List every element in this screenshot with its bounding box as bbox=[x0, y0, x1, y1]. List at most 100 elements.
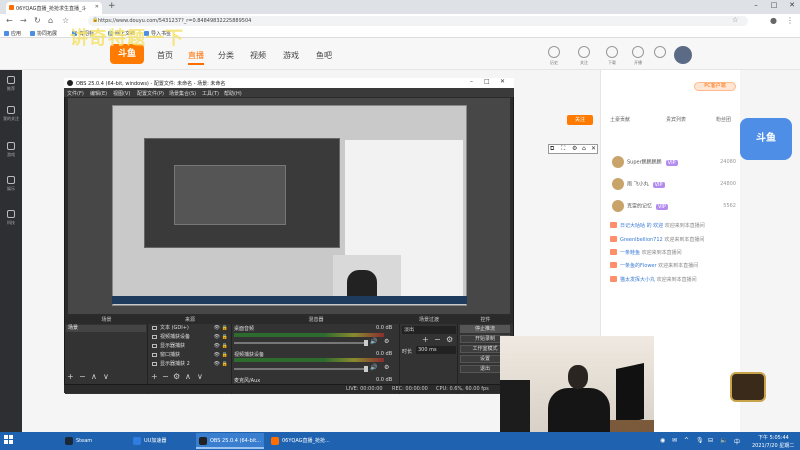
obs-close-button[interactable]: ✕ bbox=[500, 78, 505, 85]
message-icon[interactable] bbox=[654, 46, 666, 58]
visibility-eye-icon[interactable]: 👁 bbox=[214, 342, 220, 350]
bookmark-item[interactable]: 应用 bbox=[4, 30, 21, 37]
menu-profile[interactable]: 配置文件(P) bbox=[137, 90, 164, 97]
menu-view[interactable]: 视图(V) bbox=[113, 90, 130, 97]
back-icon[interactable]: ← bbox=[6, 16, 13, 25]
visibility-eye-icon[interactable]: 👁 bbox=[214, 324, 220, 332]
add-source-button[interactable]: + bbox=[151, 372, 158, 381]
tray-wechat-icon[interactable]: ✉ bbox=[672, 437, 677, 444]
source-settings-icon[interactable]: ⚙ bbox=[173, 372, 180, 381]
lock-icon[interactable]: 🔒 bbox=[222, 342, 228, 350]
tab-fan-club[interactable]: 粉丝团 bbox=[716, 116, 731, 123]
settings-gear-icon[interactable]: ⚙ bbox=[384, 364, 389, 371]
lock-icon[interactable]: 🔒 bbox=[222, 333, 228, 341]
move-down-icon[interactable]: ∨ bbox=[103, 372, 109, 381]
download-icon[interactable] bbox=[606, 46, 618, 58]
star-icon[interactable]: ☆ bbox=[732, 16, 738, 24]
tab-top-contributors[interactable]: 土豪贡献 bbox=[610, 116, 630, 123]
volume-slider-knob[interactable] bbox=[364, 366, 368, 372]
source-item[interactable]: 文本 (GDI+) 👁 🔒 bbox=[150, 324, 230, 332]
menu-icon[interactable]: ⋮ bbox=[786, 16, 794, 25]
rank-row[interactable]: 克雷的记忆 VIP 5562 bbox=[612, 200, 736, 216]
close-tab-icon[interactable]: ✕ bbox=[95, 4, 99, 10]
taskbar-item-uu[interactable]: UU加速器 bbox=[130, 433, 192, 449]
user-avatar[interactable] bbox=[674, 46, 692, 64]
sidebar-item-recommend[interactable]: 推荐 bbox=[0, 76, 22, 92]
popout-icon[interactable]: ⧉ bbox=[550, 145, 554, 153]
tray-mic-icon[interactable]: 🎙 bbox=[696, 437, 704, 444]
history-icon[interactable] bbox=[548, 46, 560, 58]
source-item[interactable]: 显示器捕获 2 👁 🔒 bbox=[150, 360, 230, 368]
new-tab-button[interactable]: + bbox=[108, 1, 116, 11]
pin-icon[interactable]: ⌂ bbox=[582, 145, 586, 152]
home-icon[interactable]: ⌂ bbox=[48, 16, 53, 25]
address-bar[interactable]: https://www.douyu.com/5431237?_r=0.84849… bbox=[88, 16, 748, 26]
lock-icon[interactable]: 🔒 bbox=[222, 324, 228, 332]
pc-client-button[interactable]: PC客户端 bbox=[694, 82, 736, 91]
tray-network-icon[interactable]: ⊟ bbox=[708, 437, 713, 444]
tray-volume-icon[interactable]: 🔈 bbox=[720, 437, 727, 444]
browser-tab[interactable]: 06YQAG直播_抢抢求生直播_斗 ✕ bbox=[6, 2, 102, 14]
forward-icon[interactable]: → bbox=[20, 16, 27, 25]
bookmark-page-icon[interactable]: ☆ bbox=[62, 16, 69, 25]
nav-category[interactable]: 分类 bbox=[218, 50, 234, 61]
source-item[interactable]: 窗口捕获 👁 🔒 bbox=[150, 351, 230, 359]
add-transition-button[interactable]: + bbox=[422, 335, 429, 344]
obs-titlebar[interactable]: OBS 25.0.4 (64-bit, windows) - 配置文件: 未命名… bbox=[64, 78, 514, 88]
settings-gear-icon[interactable]: ⚙ bbox=[384, 338, 389, 345]
visibility-eye-icon[interactable]: 👁 bbox=[214, 360, 220, 368]
tab-vip-list[interactable]: 贵宾列表 bbox=[666, 116, 686, 123]
source-item[interactable]: 视频捕获设备 👁 🔒 bbox=[150, 333, 230, 341]
reload-icon[interactable]: ↻ bbox=[34, 16, 41, 25]
transition-select[interactable]: 淡出 bbox=[402, 326, 456, 334]
remove-scene-button[interactable]: − bbox=[79, 372, 86, 381]
obs-maximize-button[interactable]: □ bbox=[484, 78, 490, 85]
obs-minimize-button[interactable]: – bbox=[470, 78, 473, 85]
follow-button[interactable]: 关注 bbox=[567, 115, 593, 125]
scene-item[interactable]: 场景 bbox=[66, 325, 146, 332]
volume-slider[interactable] bbox=[234, 368, 366, 370]
move-down-icon[interactable]: ∨ bbox=[197, 372, 203, 381]
move-up-icon[interactable]: ∧ bbox=[91, 372, 97, 381]
sidebar-item-following[interactable]: 我的关注 bbox=[0, 106, 22, 122]
settings-icon[interactable]: ⚙ bbox=[572, 145, 577, 152]
remove-source-button[interactable]: − bbox=[162, 372, 169, 381]
duration-input[interactable]: 300 ms bbox=[416, 346, 456, 354]
sidebar-item-entertainment[interactable]: 娱乐 bbox=[0, 176, 22, 192]
maximize-window-button[interactable]: □ bbox=[766, 1, 782, 9]
speaker-icon[interactable]: 🔊 bbox=[370, 338, 377, 345]
minimize-window-button[interactable]: – bbox=[748, 1, 764, 9]
nav-home[interactable]: 首页 bbox=[157, 50, 173, 61]
menu-file[interactable]: 文件(F) bbox=[67, 90, 84, 97]
speaker-icon[interactable]: 🔊 bbox=[370, 364, 377, 371]
visibility-eye-icon[interactable]: 👁 bbox=[214, 333, 220, 341]
menu-help[interactable]: 帮助(H) bbox=[224, 90, 242, 97]
nav-video[interactable]: 视频 bbox=[250, 50, 266, 61]
nav-fishbar[interactable]: 鱼吧 bbox=[316, 50, 332, 61]
add-scene-button[interactable]: + bbox=[67, 372, 74, 381]
nav-game[interactable]: 游戏 bbox=[283, 50, 299, 61]
lock-icon[interactable]: 🔒 bbox=[92, 17, 98, 23]
visibility-eye-icon[interactable]: 👁 bbox=[214, 351, 220, 359]
sidebar-item-game[interactable]: 游戏 bbox=[0, 142, 22, 158]
menu-scene-collection[interactable]: 场景集合(S) bbox=[169, 90, 196, 97]
rank-row[interactable]: 雨 飞小丸 VIP 24800 bbox=[612, 178, 736, 194]
lock-icon[interactable]: 🔒 bbox=[222, 351, 228, 359]
clock-time[interactable]: 下午 5:05:44 bbox=[758, 434, 789, 441]
tray-expand-icon[interactable]: ^ bbox=[684, 437, 689, 444]
remove-transition-button[interactable]: − bbox=[434, 335, 441, 344]
sidebar-item-tech[interactable]: 科技 bbox=[0, 210, 22, 226]
broadcast-icon[interactable] bbox=[632, 46, 644, 58]
tray-ime-icon[interactable]: 中 bbox=[734, 437, 740, 446]
clock-date[interactable]: 2021/7/20 星期二 bbox=[752, 442, 794, 449]
volume-slider-knob[interactable] bbox=[364, 340, 368, 346]
follow-list-icon[interactable] bbox=[578, 46, 590, 58]
menu-edit[interactable]: 编辑(E) bbox=[90, 90, 107, 97]
taskbar-item-obs[interactable]: OBS 25.0.4 (64-bit... bbox=[196, 433, 264, 449]
source-item[interactable]: 显示器捕获 👁 🔒 bbox=[150, 342, 230, 350]
lock-icon[interactable]: 🔒 bbox=[222, 360, 228, 368]
taskbar-item-steam[interactable]: Steam bbox=[62, 433, 124, 449]
taskbar-item-chrome[interactable]: 06YQAG直播_抢抢... bbox=[268, 433, 338, 449]
fullscreen-icon[interactable]: ⛶ bbox=[561, 145, 565, 153]
tray-steam-icon[interactable]: ◉ bbox=[660, 437, 665, 444]
